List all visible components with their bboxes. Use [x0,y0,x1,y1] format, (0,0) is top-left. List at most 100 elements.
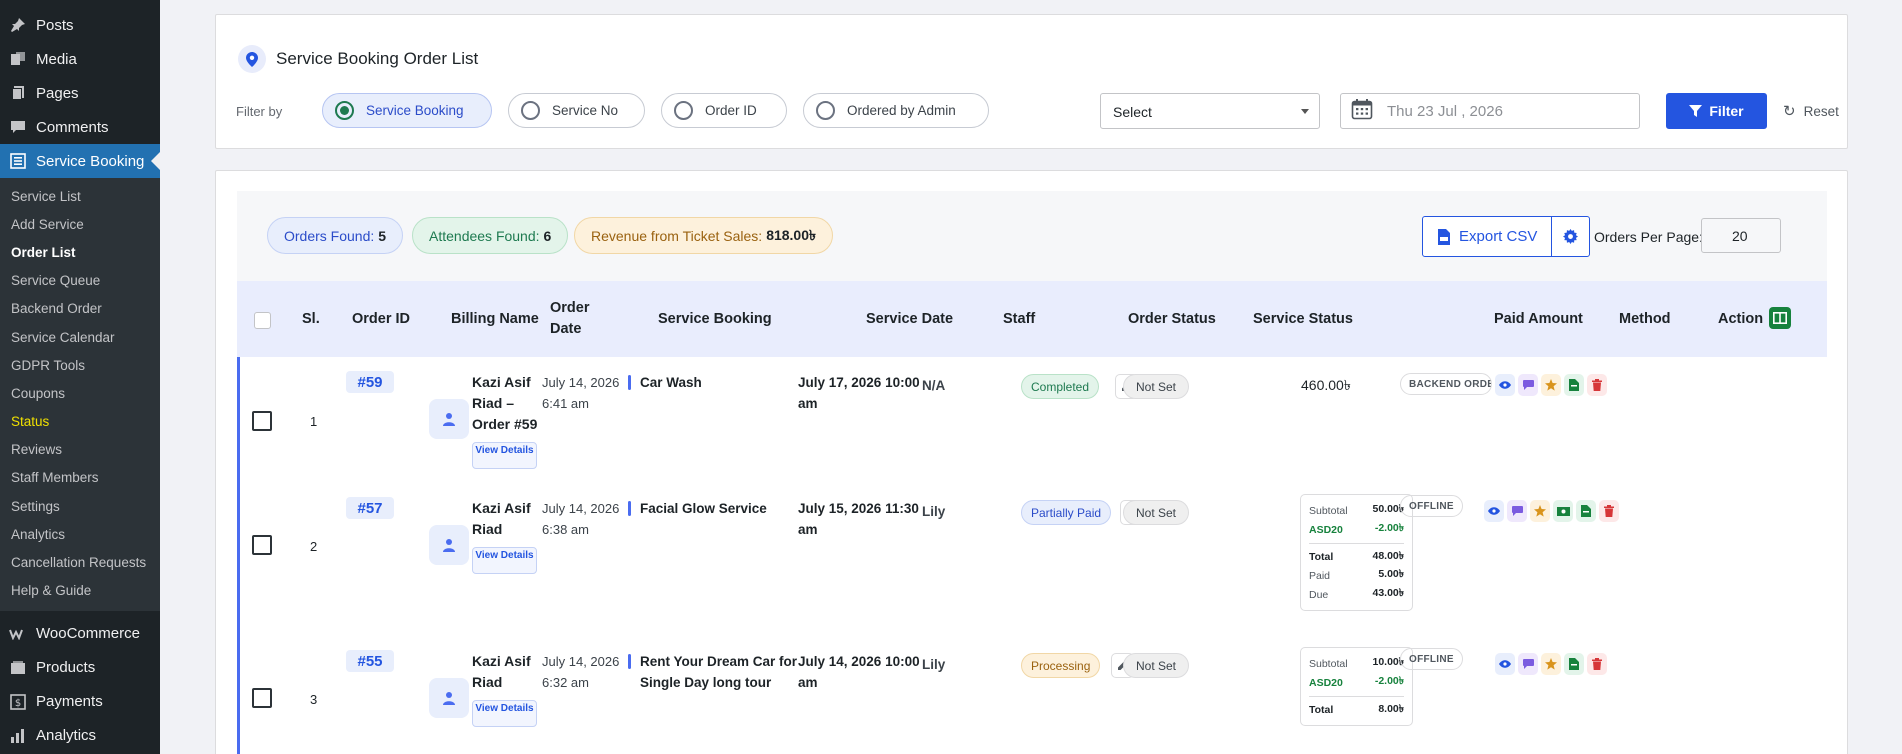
view-icon[interactable] [1495,653,1515,675]
badge-label: Revenue from Ticket Sales: [591,227,763,244]
order-id-link[interactable]: #55 [346,650,394,672]
admin-sidebar: Posts Media Pages Comments Service Booki… [0,0,160,754]
service-booking-submenu: Service List Add Service Order List Serv… [0,178,160,611]
menu-label: Media [36,50,77,68]
submenu-add-service[interactable]: Add Service [0,210,160,238]
message-icon[interactable] [1518,653,1538,675]
order-date: July 14, 2026 6:41 am [542,375,620,411]
submenu-staff-members[interactable]: Staff Members [0,464,160,492]
row-checkbox[interactable] [252,535,272,555]
submenu-status[interactable]: Status [0,408,160,436]
trash-icon[interactable] [1599,500,1619,522]
filter-option-service-booking[interactable]: Service Booking [322,93,492,128]
star-icon[interactable] [1541,374,1561,396]
message-icon[interactable] [1518,374,1538,396]
total-value: 48.00৳ [1372,549,1404,562]
menu-payments[interactable]: $ Payments [0,685,160,719]
filter-by-label: Filter by [236,104,283,119]
star-icon[interactable] [1530,500,1550,522]
menu-media[interactable]: Media [0,42,160,76]
reset-button[interactable]: ↻ Reset [1783,102,1839,120]
menu-comments[interactable]: Comments [0,110,160,144]
export-settings-button[interactable] [1552,217,1589,256]
view-details-button[interactable]: View Details [472,442,537,469]
submenu-service-calendar[interactable]: Service Calendar [0,323,160,351]
view-icon[interactable] [1495,374,1515,396]
option-label: Service No [552,103,619,118]
message-icon[interactable] [1507,500,1527,522]
radio-icon [521,101,540,120]
order-date: July 14, 2026 6:32 am [542,654,620,690]
total-value: 8.00৳ [1378,702,1404,715]
comment-icon [8,117,28,137]
view-icon[interactable] [1484,500,1504,522]
menu-pages[interactable]: Pages [0,76,160,110]
export-csv-group: Export CSV [1422,216,1591,257]
select-all-checkbox[interactable] [254,312,271,329]
menu-label: WooCommerce [36,625,140,643]
order-id-link[interactable]: #57 [346,497,394,519]
star-icon[interactable] [1541,653,1561,675]
invoice-icon[interactable] [1564,653,1584,675]
analytics-icon [8,726,28,746]
filter-select[interactable]: Select [1100,93,1320,129]
menu-label: Payments [36,693,103,711]
orders-panel: Orders Found: 5 Attendees Found: 6 Revenue… [215,170,1848,754]
view-details-button[interactable]: View Details [472,700,537,727]
filter-button[interactable]: Filter [1666,93,1767,129]
payment-icon[interactable] [1553,500,1573,522]
trash-icon[interactable] [1587,653,1607,675]
filter-option-order-id[interactable]: Order ID [661,93,787,128]
service-date: July 15, 2026 11:30 am [798,501,919,537]
submenu-gdpr-tools[interactable]: GDPR Tools [0,351,160,379]
columns-toggle-icon[interactable] [1769,307,1791,329]
submenu-cancellation-requests[interactable]: Cancellation Requests [0,548,160,576]
row-checkbox[interactable] [252,411,272,431]
billing-name: Kazi Asif Riad – Order #59 [472,374,538,432]
submenu-backend-order[interactable]: Backend Order [0,295,160,323]
filter-option-service-no[interactable]: Service No [508,93,645,128]
submenu-service-queue[interactable]: Service Queue [0,267,160,295]
invoice-icon[interactable] [1564,374,1584,396]
menu-posts[interactable]: Posts [0,8,160,42]
row-checkbox[interactable] [252,688,272,708]
orders-found-badge: Orders Found: 5 [267,217,404,254]
header-paid-amount: Paid Amount [1494,311,1583,327]
submenu-help-guide[interactable]: Help & Guide [0,577,160,605]
header-service-booking: Service Booking [658,311,772,327]
menu-analytics[interactable]: Analytics [0,719,160,753]
invoice-icon[interactable] [1576,500,1596,522]
menu-products[interactable]: Products [0,651,160,685]
submenu-coupons[interactable]: Coupons [0,379,160,407]
submenu-reviews[interactable]: Reviews [0,436,160,464]
header-action: Action [1718,311,1764,327]
filter-button-label: Filter [1709,103,1744,119]
submenu-order-list[interactable]: Order List [0,238,160,266]
date-picker-input[interactable]: Thu 23 Jul , 2026 [1340,93,1640,129]
radio-checked-icon [335,101,354,120]
orders-per-page-label: Orders Per Page: [1594,229,1703,245]
select-value: Select [1113,104,1152,120]
trash-icon[interactable] [1587,374,1607,396]
submenu-service-list[interactable]: Service List [0,182,160,210]
export-csv-button[interactable]: Export CSV [1423,217,1553,256]
orders-per-page-input[interactable]: 20 [1701,218,1781,253]
header-billing-name: Billing Name [451,311,539,327]
menu-woocommerce[interactable]: WooCommerce [0,617,160,651]
order-id-link[interactable]: #59 [346,371,394,393]
total-label: Total [1309,704,1334,716]
submenu-settings[interactable]: Settings [0,492,160,520]
paid-value: 5.00৳ [1378,568,1404,580]
option-label: Service Booking [366,103,464,118]
menu-service-booking[interactable]: Service Booking [0,144,160,178]
view-details-button[interactable]: View Details [472,547,537,574]
user-avatar-icon [429,525,469,565]
gear-icon [1563,229,1579,244]
submenu-analytics[interactable]: Analytics [0,520,160,548]
user-avatar-icon [429,678,469,718]
badge-value: 5 [378,227,387,244]
row-sl: 2 [310,539,318,554]
filter-option-ordered-by-admin[interactable]: Ordered by Admin [803,93,989,128]
header-service-date: Service Date [866,311,954,327]
payment-method-badge: BACKEND ORDER [1400,373,1492,395]
